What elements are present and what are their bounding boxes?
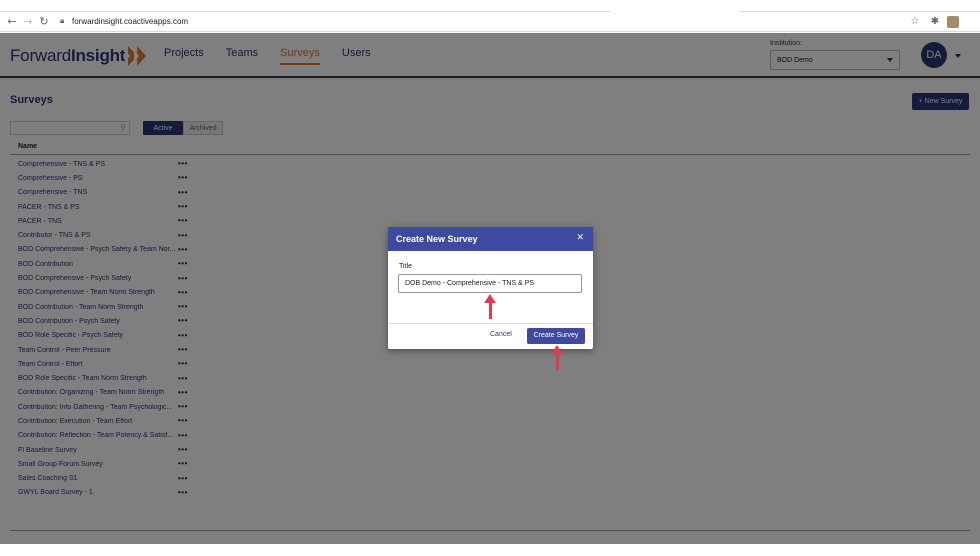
- puzzle-icon[interactable]: ✱: [928, 15, 942, 29]
- back-icon[interactable]: ←: [5, 15, 19, 29]
- url-field[interactable]: forwardinsight.coactiveapps.com: [72, 17, 188, 26]
- create-survey-modal: Create New Survey ✕ Title DOB Demo - Com…: [388, 227, 593, 349]
- create-survey-button[interactable]: Create Survey: [527, 328, 585, 344]
- modal-divider: [388, 323, 593, 324]
- modal-header: Create New Survey ✕: [388, 227, 593, 251]
- forward-icon[interactable]: →: [21, 15, 35, 29]
- title-input[interactable]: DOB Demo - Comprehensive - TNS & PS: [398, 274, 582, 293]
- cancel-button[interactable]: Cancel: [490, 331, 512, 338]
- browser-address-bar: ← → ↻ 🔒︎ forwardinsight.coactiveapps.com…: [0, 12, 980, 32]
- annotation-arrow-up-icon: [551, 345, 563, 371]
- close-icon[interactable]: ✕: [576, 233, 584, 243]
- annotation-arrow-up-icon: [484, 294, 496, 320]
- lock-icon: 🔒︎: [60, 16, 65, 25]
- star-icon[interactable]: ☆: [908, 15, 922, 29]
- title-field-label: Title: [399, 263, 412, 270]
- profile-icon[interactable]: [947, 16, 959, 28]
- reload-icon[interactable]: ↻: [37, 15, 51, 29]
- modal-title: Create New Survey: [396, 234, 478, 244]
- browser-tab-strip: [0, 0, 980, 12]
